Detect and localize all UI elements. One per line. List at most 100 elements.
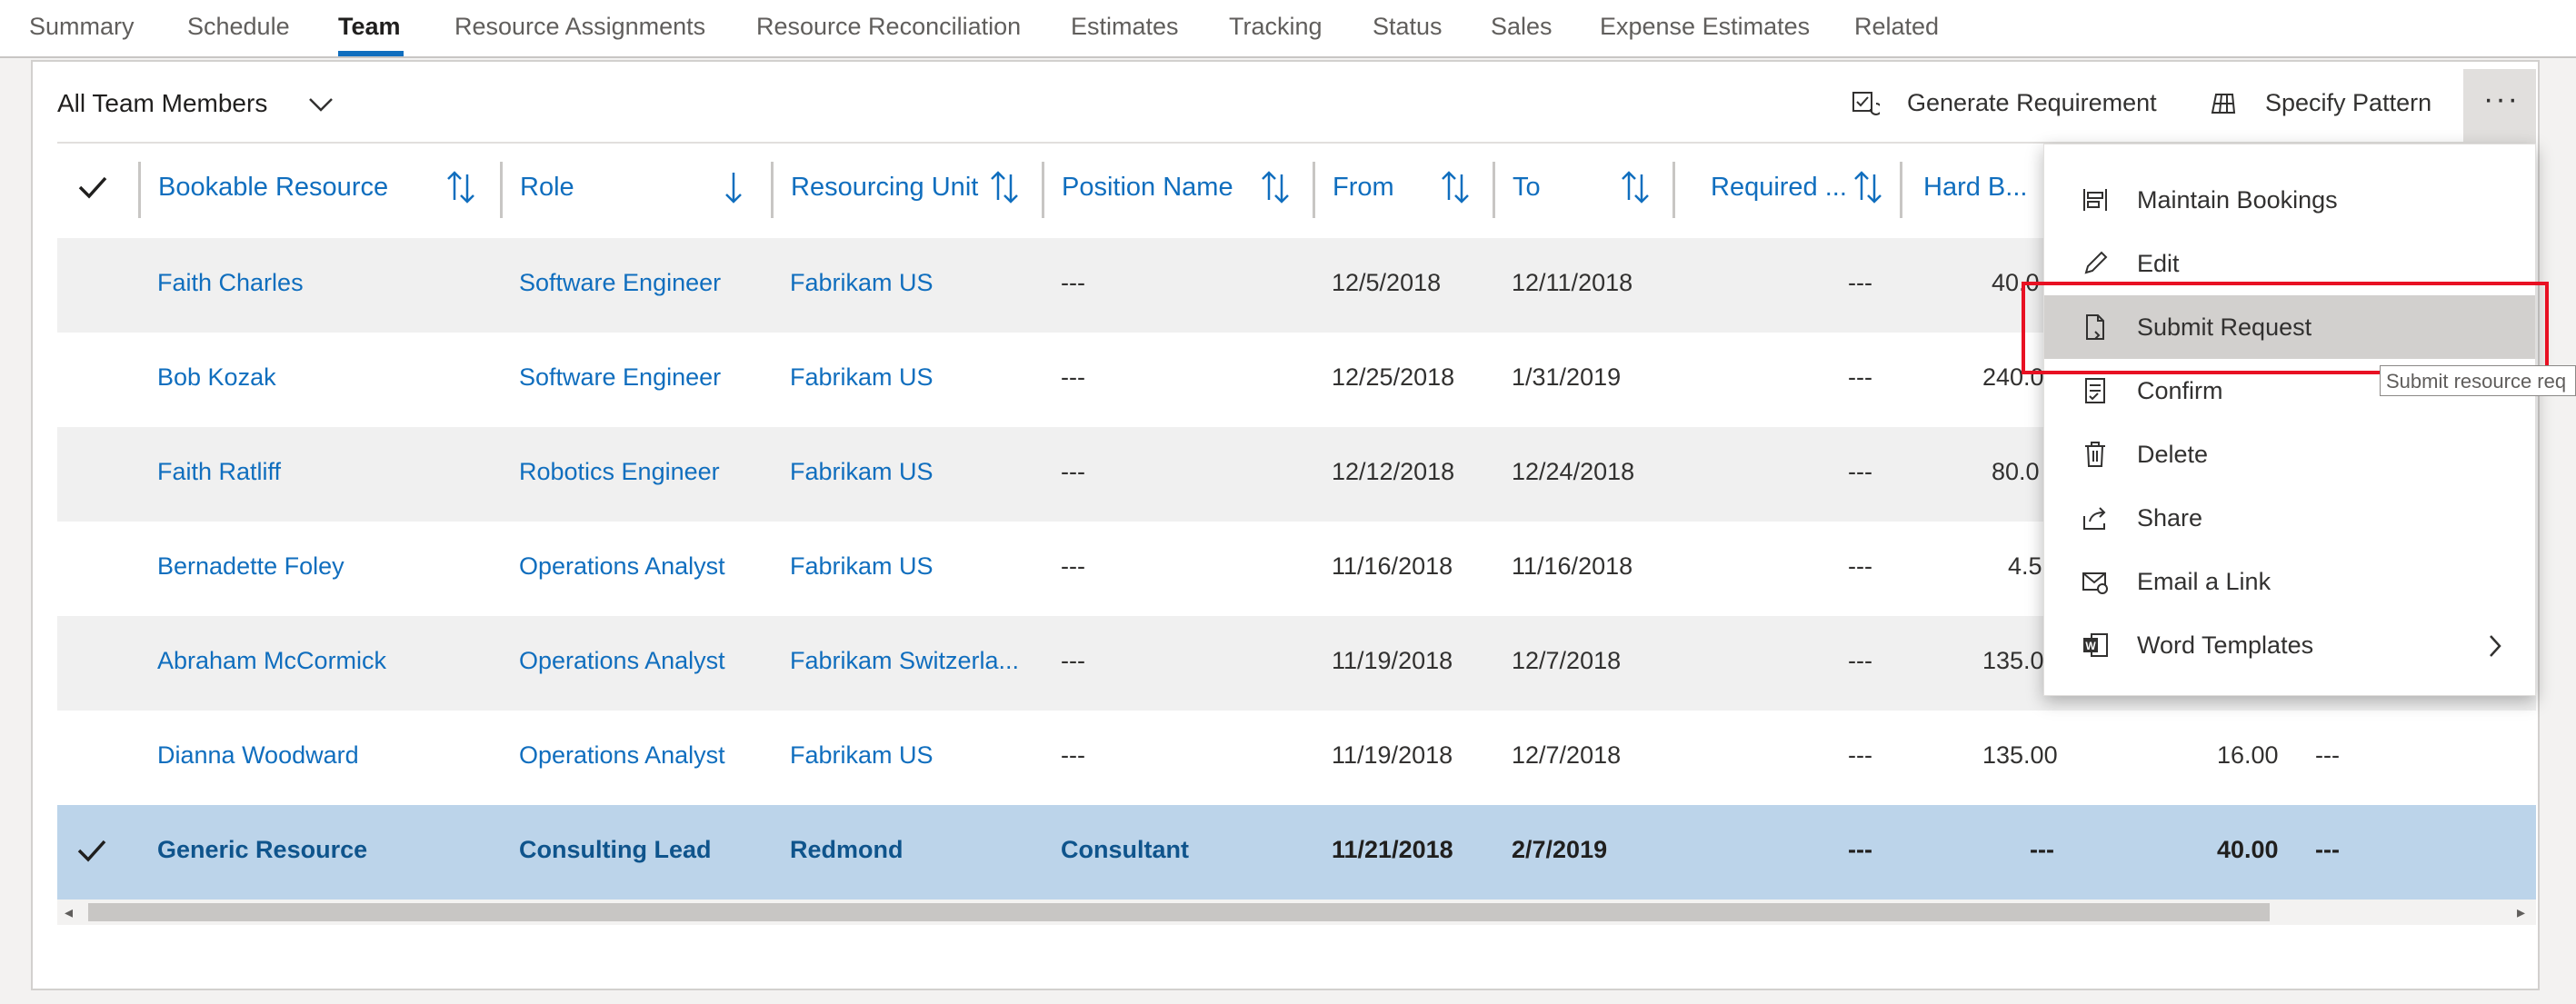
column-header-to[interactable]: To (1513, 173, 1541, 203)
share-icon (2083, 507, 2106, 530)
column-header-from[interactable]: From (1333, 173, 1394, 203)
sort-icon[interactable] (1852, 169, 1883, 205)
column-separator[interactable] (500, 162, 503, 218)
resourcing-unit-link[interactable]: Fabrikam US (790, 552, 934, 581)
sort-icon[interactable] (989, 169, 1020, 205)
column-separator[interactable] (1493, 162, 1495, 218)
column-separator[interactable] (771, 162, 774, 218)
sort-icon[interactable] (445, 169, 476, 205)
hard-booked-cell: 135.00 (1982, 741, 2058, 769)
column-separator[interactable] (1900, 162, 1902, 218)
generate-requirement-button[interactable]: Generate Requirement (1907, 89, 2157, 117)
menu-item-share[interactable]: Share (2044, 486, 2535, 550)
tab-bar: Summary Schedule Team Resource Assignmen… (0, 0, 2576, 58)
menu-item-delete[interactable]: Delete (2044, 422, 2535, 486)
resourcing-unit-link[interactable]: Fabrikam US (790, 458, 934, 486)
tab-resource-assignments[interactable]: Resource Assignments (454, 13, 705, 41)
tab-sales[interactable]: Sales (1491, 13, 1553, 41)
generate-requirement-icon (1852, 92, 1880, 115)
sort-icon[interactable] (1260, 169, 1291, 205)
column-separator[interactable] (1042, 162, 1044, 218)
scroll-right-icon[interactable]: ▸ (2517, 903, 2525, 922)
column-separator[interactable] (1313, 162, 1315, 218)
sort-descending-icon[interactable] (718, 169, 749, 205)
chevron-down-icon[interactable] (307, 94, 334, 114)
from-date-cell: 12/5/2018 (1332, 269, 1442, 296)
column-header-bookable-resource[interactable]: Bookable Resource (158, 173, 388, 203)
column-separator[interactable] (138, 162, 141, 218)
tab-team[interactable]: Team (338, 13, 401, 41)
tab-estimates[interactable]: Estimates (1071, 13, 1179, 41)
position-name-link[interactable]: Consultant (1061, 836, 1189, 864)
role-link[interactable]: Software Engineer (519, 269, 721, 297)
menu-item-label: Word Templates (2137, 631, 2314, 659)
menu-item-email-link[interactable]: Email a Link (2044, 550, 2535, 613)
required-hours-cell: --- (1848, 269, 1872, 296)
role-link[interactable]: Operations Analyst (519, 552, 725, 581)
position-name-cell: --- (1061, 552, 1085, 580)
soft-booked-cell: 40.00 (2217, 836, 2279, 863)
table-row[interactable]: Dianna Woodward Operations Analyst Fabri… (57, 711, 2536, 805)
view-selector[interactable]: All Team Members (57, 89, 267, 118)
hard-booked-cell: 240.0 (1982, 363, 2044, 391)
select-all-checkmark-icon[interactable] (76, 171, 109, 204)
tab-status[interactable]: Status (1373, 13, 1443, 41)
tab-resource-reconciliation[interactable]: Resource Reconciliation (756, 13, 1021, 41)
from-date-cell: 11/19/2018 (1332, 741, 1453, 769)
role-link[interactable]: Software Engineer (519, 363, 721, 392)
sort-icon[interactable] (1440, 169, 1471, 205)
to-date-cell: 12/24/2018 (1512, 458, 1635, 485)
resourcing-unit-link[interactable]: Fabrikam Switzerla... (790, 647, 1019, 675)
resourcing-unit-link[interactable]: Fabrikam US (790, 269, 934, 297)
scrollbar-thumb[interactable] (88, 903, 2270, 921)
more-commands-menu: Maintain Bookings Edit Submit Request Co… (2043, 144, 2536, 696)
bookable-resource-link[interactable]: Bernadette Foley (157, 552, 344, 581)
column-header-position-name[interactable]: Position Name (1062, 173, 1233, 203)
scroll-left-icon[interactable]: ◂ (65, 903, 73, 922)
column-separator[interactable] (1672, 162, 1675, 218)
position-name-cell: --- (1061, 458, 1085, 485)
to-date-cell: 12/7/2018 (1512, 647, 1622, 674)
bookable-resource-link[interactable]: Generic Resource (157, 836, 367, 864)
horizontal-scrollbar[interactable]: ◂ ▸ (57, 900, 2536, 925)
menu-item-submit-request[interactable]: Submit Request (2044, 295, 2535, 359)
menu-item-maintain-bookings[interactable]: Maintain Bookings (2044, 168, 2535, 232)
role-link[interactable]: Operations Analyst (519, 647, 725, 675)
tab-expense-estimates[interactable]: Expense Estimates (1600, 13, 1810, 41)
column-header-resourcing-unit[interactable]: Resourcing Unit (791, 173, 978, 203)
required-hours-cell: --- (1848, 458, 1872, 485)
bookable-resource-link[interactable]: Dianna Woodward (157, 741, 359, 770)
tooltip-text: Submit resource req (2386, 370, 2567, 393)
hard-booked-cell: --- (2030, 836, 2054, 863)
bookable-resource-link[interactable]: Abraham McCormick (157, 647, 386, 675)
role-link[interactable]: Consulting Lead (519, 836, 712, 864)
column-header-hard-booked[interactable]: Hard B... (1923, 173, 2027, 203)
tab-tracking[interactable]: Tracking (1229, 13, 1323, 41)
bookable-resource-link[interactable]: Faith Ratliff (157, 458, 281, 486)
role-link[interactable]: Robotics Engineer (519, 458, 720, 486)
resourcing-unit-link[interactable]: Fabrikam US (790, 741, 934, 770)
chevron-right-icon (2490, 635, 2501, 657)
menu-item-word-templates[interactable]: W Word Templates (2044, 613, 2535, 677)
bookable-resource-link[interactable]: Faith Charles (157, 269, 304, 297)
menu-item-edit[interactable]: Edit (2044, 232, 2535, 295)
column-header-role[interactable]: Role (520, 173, 574, 203)
to-date-cell: 12/11/2018 (1512, 269, 1633, 296)
required-hours-cell: --- (1848, 363, 1872, 391)
bookable-resource-link[interactable]: Bob Kozak (157, 363, 276, 392)
tab-related[interactable]: Related (1854, 13, 1939, 41)
role-link[interactable]: Operations Analyst (519, 741, 725, 770)
menu-item-label: Delete (2137, 441, 2209, 468)
column-header-required[interactable]: Required ... (1711, 173, 1847, 203)
email-link-icon (2082, 572, 2108, 594)
resourcing-unit-link[interactable]: Redmond (790, 836, 904, 864)
row-checkmark-icon[interactable] (75, 834, 108, 867)
tab-schedule[interactable]: Schedule (187, 13, 290, 41)
table-row-selected[interactable]: Generic Resource Consulting Lead Redmond… (57, 805, 2536, 900)
sort-icon[interactable] (1620, 169, 1651, 205)
tab-summary[interactable]: Summary (29, 13, 135, 41)
to-date-cell: 1/31/2019 (1512, 363, 1622, 391)
resourcing-unit-link[interactable]: Fabrikam US (790, 363, 934, 392)
specify-pattern-button[interactable]: Specify Pattern (2265, 89, 2431, 117)
from-date-cell: 11/16/2018 (1332, 552, 1453, 580)
